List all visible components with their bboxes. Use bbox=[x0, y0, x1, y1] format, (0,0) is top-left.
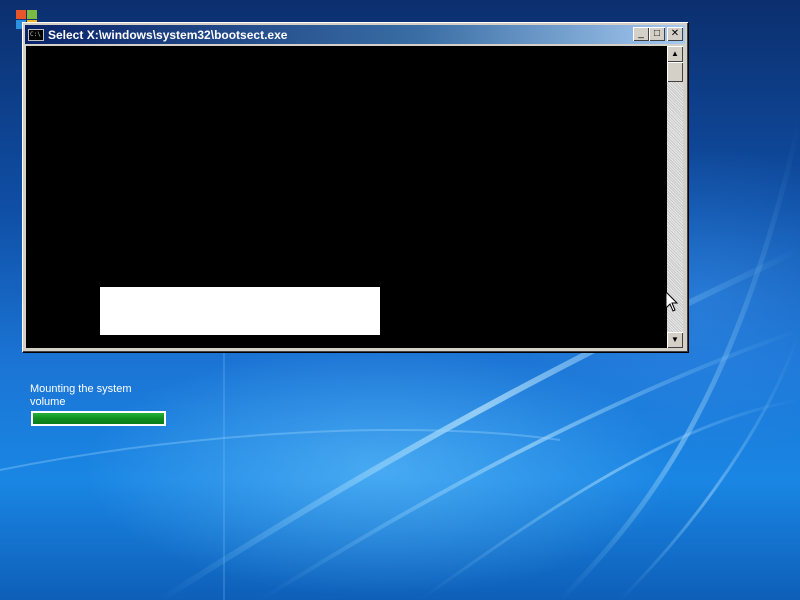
scroll-up-button[interactable]: ▲ bbox=[667, 46, 683, 62]
window-title: Select X:\windows\system32\bootsect.exe bbox=[48, 27, 288, 42]
console-output[interactable] bbox=[26, 46, 667, 348]
scroll-thumb[interactable] bbox=[667, 62, 683, 82]
maximize-button[interactable]: □ bbox=[649, 27, 665, 41]
selected-text-block[interactable] bbox=[100, 287, 380, 335]
mouse-pointer-icon bbox=[665, 291, 679, 312]
window-controls: _ □ ✕ bbox=[633, 27, 683, 41]
scroll-down-button[interactable]: ▼ bbox=[667, 332, 683, 348]
window-titlebar[interactable]: C:\ Select X:\windows\system32\bootsect.… bbox=[25, 25, 685, 44]
minimize-button[interactable]: _ bbox=[633, 27, 649, 41]
console-window[interactable]: C:\ Select X:\windows\system32\bootsect.… bbox=[22, 22, 688, 352]
progress-bar bbox=[31, 411, 166, 426]
status-message: Mounting the system volume bbox=[30, 383, 132, 408]
console-icon[interactable]: C:\ bbox=[28, 28, 44, 41]
progress-fill bbox=[33, 413, 164, 424]
close-button[interactable]: ✕ bbox=[667, 27, 683, 41]
